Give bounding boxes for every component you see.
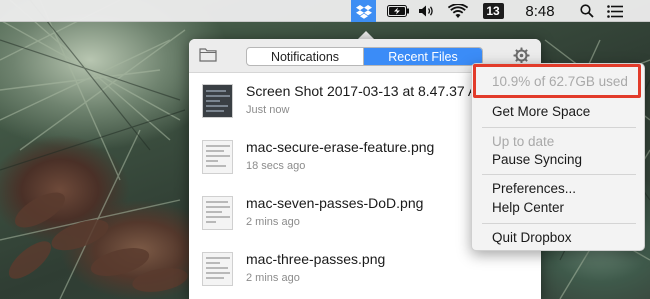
battery-status[interactable] <box>386 0 410 22</box>
dropbox-icon <box>355 4 372 19</box>
file-time: 2 mins ago <box>246 272 300 284</box>
sync-status-text: Up to date <box>492 134 555 149</box>
file-thumbnail <box>202 140 233 174</box>
get-more-space-item[interactable]: Get More Space <box>472 102 646 122</box>
preferences-item[interactable]: Preferences... <box>472 179 646 199</box>
usage-highlight-annotation <box>473 64 641 98</box>
file-name: mac-three-passes.png <box>246 251 386 267</box>
clock[interactable]: 8:48 <box>520 0 560 22</box>
wifi-icon <box>448 3 468 18</box>
tab-recent-files[interactable]: Recent Files <box>364 48 482 65</box>
wifi-status[interactable] <box>447 0 469 22</box>
settings-button[interactable] <box>513 47 530 64</box>
menu-bar: 13 8:48 <box>0 0 650 22</box>
volume-icon <box>419 5 433 17</box>
gear-icon <box>513 47 530 64</box>
file-thumbnail <box>202 196 233 230</box>
file-time: Just now <box>246 104 290 116</box>
help-center-item[interactable]: Help Center <box>472 198 646 218</box>
menu-separator <box>482 174 636 175</box>
open-folder-button[interactable] <box>199 47 217 63</box>
battery-charging-icon <box>387 5 409 17</box>
menu-separator <box>482 127 636 128</box>
search-icon <box>580 4 594 18</box>
pause-syncing-item[interactable]: Pause Syncing <box>472 150 646 170</box>
file-time: 18 secs ago <box>246 160 306 172</box>
volume-control[interactable] <box>417 0 435 22</box>
file-thumbnail <box>202 84 233 118</box>
notification-center-button[interactable] <box>604 0 626 22</box>
quit-dropbox-item[interactable]: Quit Dropbox <box>472 228 646 248</box>
menu-separator <box>482 223 636 224</box>
list-icon <box>607 4 623 18</box>
file-name: mac-secure-erase-feature.png <box>246 139 435 155</box>
spotlight-button[interactable] <box>578 0 596 22</box>
notification-count: 13 <box>482 3 504 19</box>
notification-badge[interactable]: 13 <box>482 0 504 22</box>
dropbox-menubar-button[interactable] <box>351 0 376 22</box>
tab-switcher: Notifications Recent Files <box>246 47 483 66</box>
folder-icon <box>199 48 217 62</box>
file-name: mac-seven-passes-DoD.png <box>246 195 424 211</box>
file-thumbnail <box>202 252 233 286</box>
tab-notifications[interactable]: Notifications <box>247 48 365 65</box>
file-time: 2 mins ago <box>246 216 300 228</box>
